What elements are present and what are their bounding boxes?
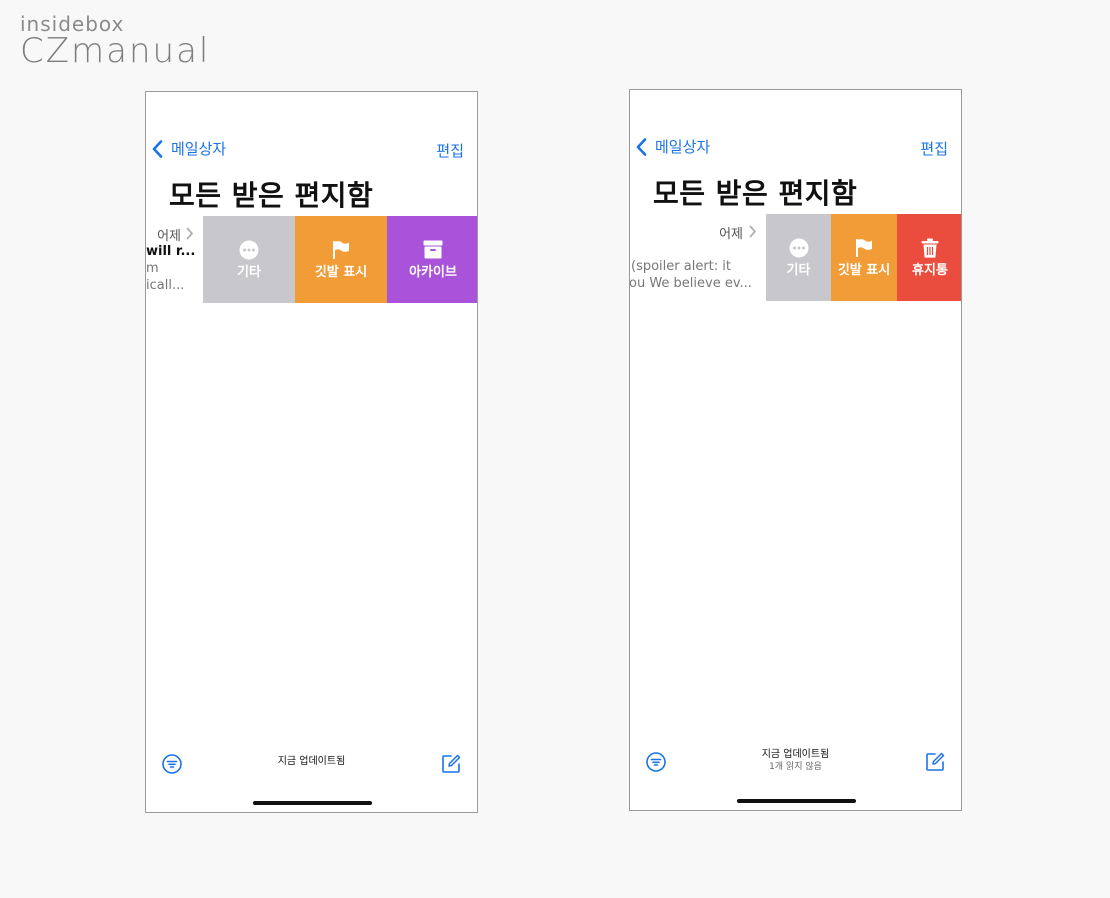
more-action-label: 기타 bbox=[237, 264, 261, 280]
trash-icon bbox=[921, 238, 939, 258]
unread-count: 1개 읽지 않음 bbox=[769, 762, 822, 772]
flag-action-label: 깃발 표시 bbox=[837, 262, 891, 278]
home-indicator[interactable] bbox=[253, 801, 372, 805]
site-logo: insidebox CZmanual bbox=[20, 12, 211, 71]
chevron-left-icon bbox=[636, 137, 647, 156]
ellipsis-circle-icon bbox=[789, 238, 808, 257]
edit-button[interactable]: 편집 bbox=[436, 140, 464, 161]
mail-snippet-line-1: (spoiler alert: it bbox=[631, 259, 731, 274]
mail-snippet-line-2: ou We believe ev... bbox=[630, 276, 752, 291]
chevron-left-icon bbox=[152, 139, 163, 158]
archive-action-label: 아카이브 bbox=[409, 264, 457, 280]
chevron-right-icon bbox=[749, 225, 756, 238]
more-action-label: 기타 bbox=[786, 262, 811, 278]
mail-snippet-line-1: m bbox=[146, 261, 159, 276]
mail-preview[interactable]: 어제 will r... m icall... bbox=[146, 216, 203, 303]
page-title: 모든 받은 편지함 bbox=[653, 177, 858, 210]
page-title: 모든 받은 편지함 bbox=[169, 179, 374, 212]
flag-action-button[interactable]: 깃발 표시 bbox=[295, 216, 387, 303]
mail-row-swiped[interactable]: 어제 (spoiler alert: it ou We believe ev..… bbox=[630, 214, 961, 301]
back-button-label: 메일상자 bbox=[171, 140, 227, 158]
back-button-label: 메일상자 bbox=[655, 138, 711, 156]
flag-icon bbox=[333, 240, 349, 259]
back-button[interactable]: 메일상자 bbox=[636, 136, 710, 157]
more-action-button[interactable]: 기타 bbox=[203, 216, 295, 303]
chevron-right-icon bbox=[186, 227, 193, 240]
update-status: 지금 업데이트됨 bbox=[277, 756, 346, 767]
home-indicator[interactable] bbox=[737, 799, 856, 803]
mail-subject: will r... bbox=[146, 244, 196, 259]
trash-action-button[interactable]: 휴지통 bbox=[897, 214, 961, 301]
trash-action-label: 휴지통 bbox=[912, 262, 948, 278]
flag-action-label: 깃발 표시 bbox=[314, 264, 368, 280]
archive-box-icon bbox=[423, 240, 443, 259]
more-action-button[interactable]: 기타 bbox=[766, 214, 831, 301]
ellipsis-circle-icon bbox=[239, 240, 259, 259]
mail-preview[interactable]: 어제 (spoiler alert: it ou We believe ev..… bbox=[630, 214, 766, 301]
logo-bottom-text: CZmanual bbox=[20, 31, 211, 71]
compose-icon[interactable] bbox=[925, 752, 945, 772]
phone-screen-trash: 메일상자 편집 모든 받은 편지함 어제 (spoiler alert: it … bbox=[629, 89, 962, 811]
flag-icon bbox=[856, 238, 872, 257]
phone-screen-archive: 메일상자 편집 모든 받은 편지함 어제 will r... m icall..… bbox=[145, 91, 478, 813]
mail-snippet-line-2: icall... bbox=[146, 278, 185, 293]
edit-button[interactable]: 편집 bbox=[920, 138, 948, 159]
mail-date: 어제 bbox=[719, 227, 743, 242]
mail-row-swiped[interactable]: 어제 will r... m icall... 기타 깃발 표시 아카이브 bbox=[146, 216, 477, 303]
back-button[interactable]: 메일상자 bbox=[152, 138, 226, 159]
mail-date: 어제 bbox=[157, 229, 181, 244]
flag-action-button[interactable]: 깃발 표시 bbox=[831, 214, 897, 301]
compose-icon[interactable] bbox=[441, 754, 461, 774]
update-status: 지금 업데이트됨 bbox=[761, 749, 830, 760]
archive-action-button[interactable]: 아카이브 bbox=[387, 216, 477, 303]
